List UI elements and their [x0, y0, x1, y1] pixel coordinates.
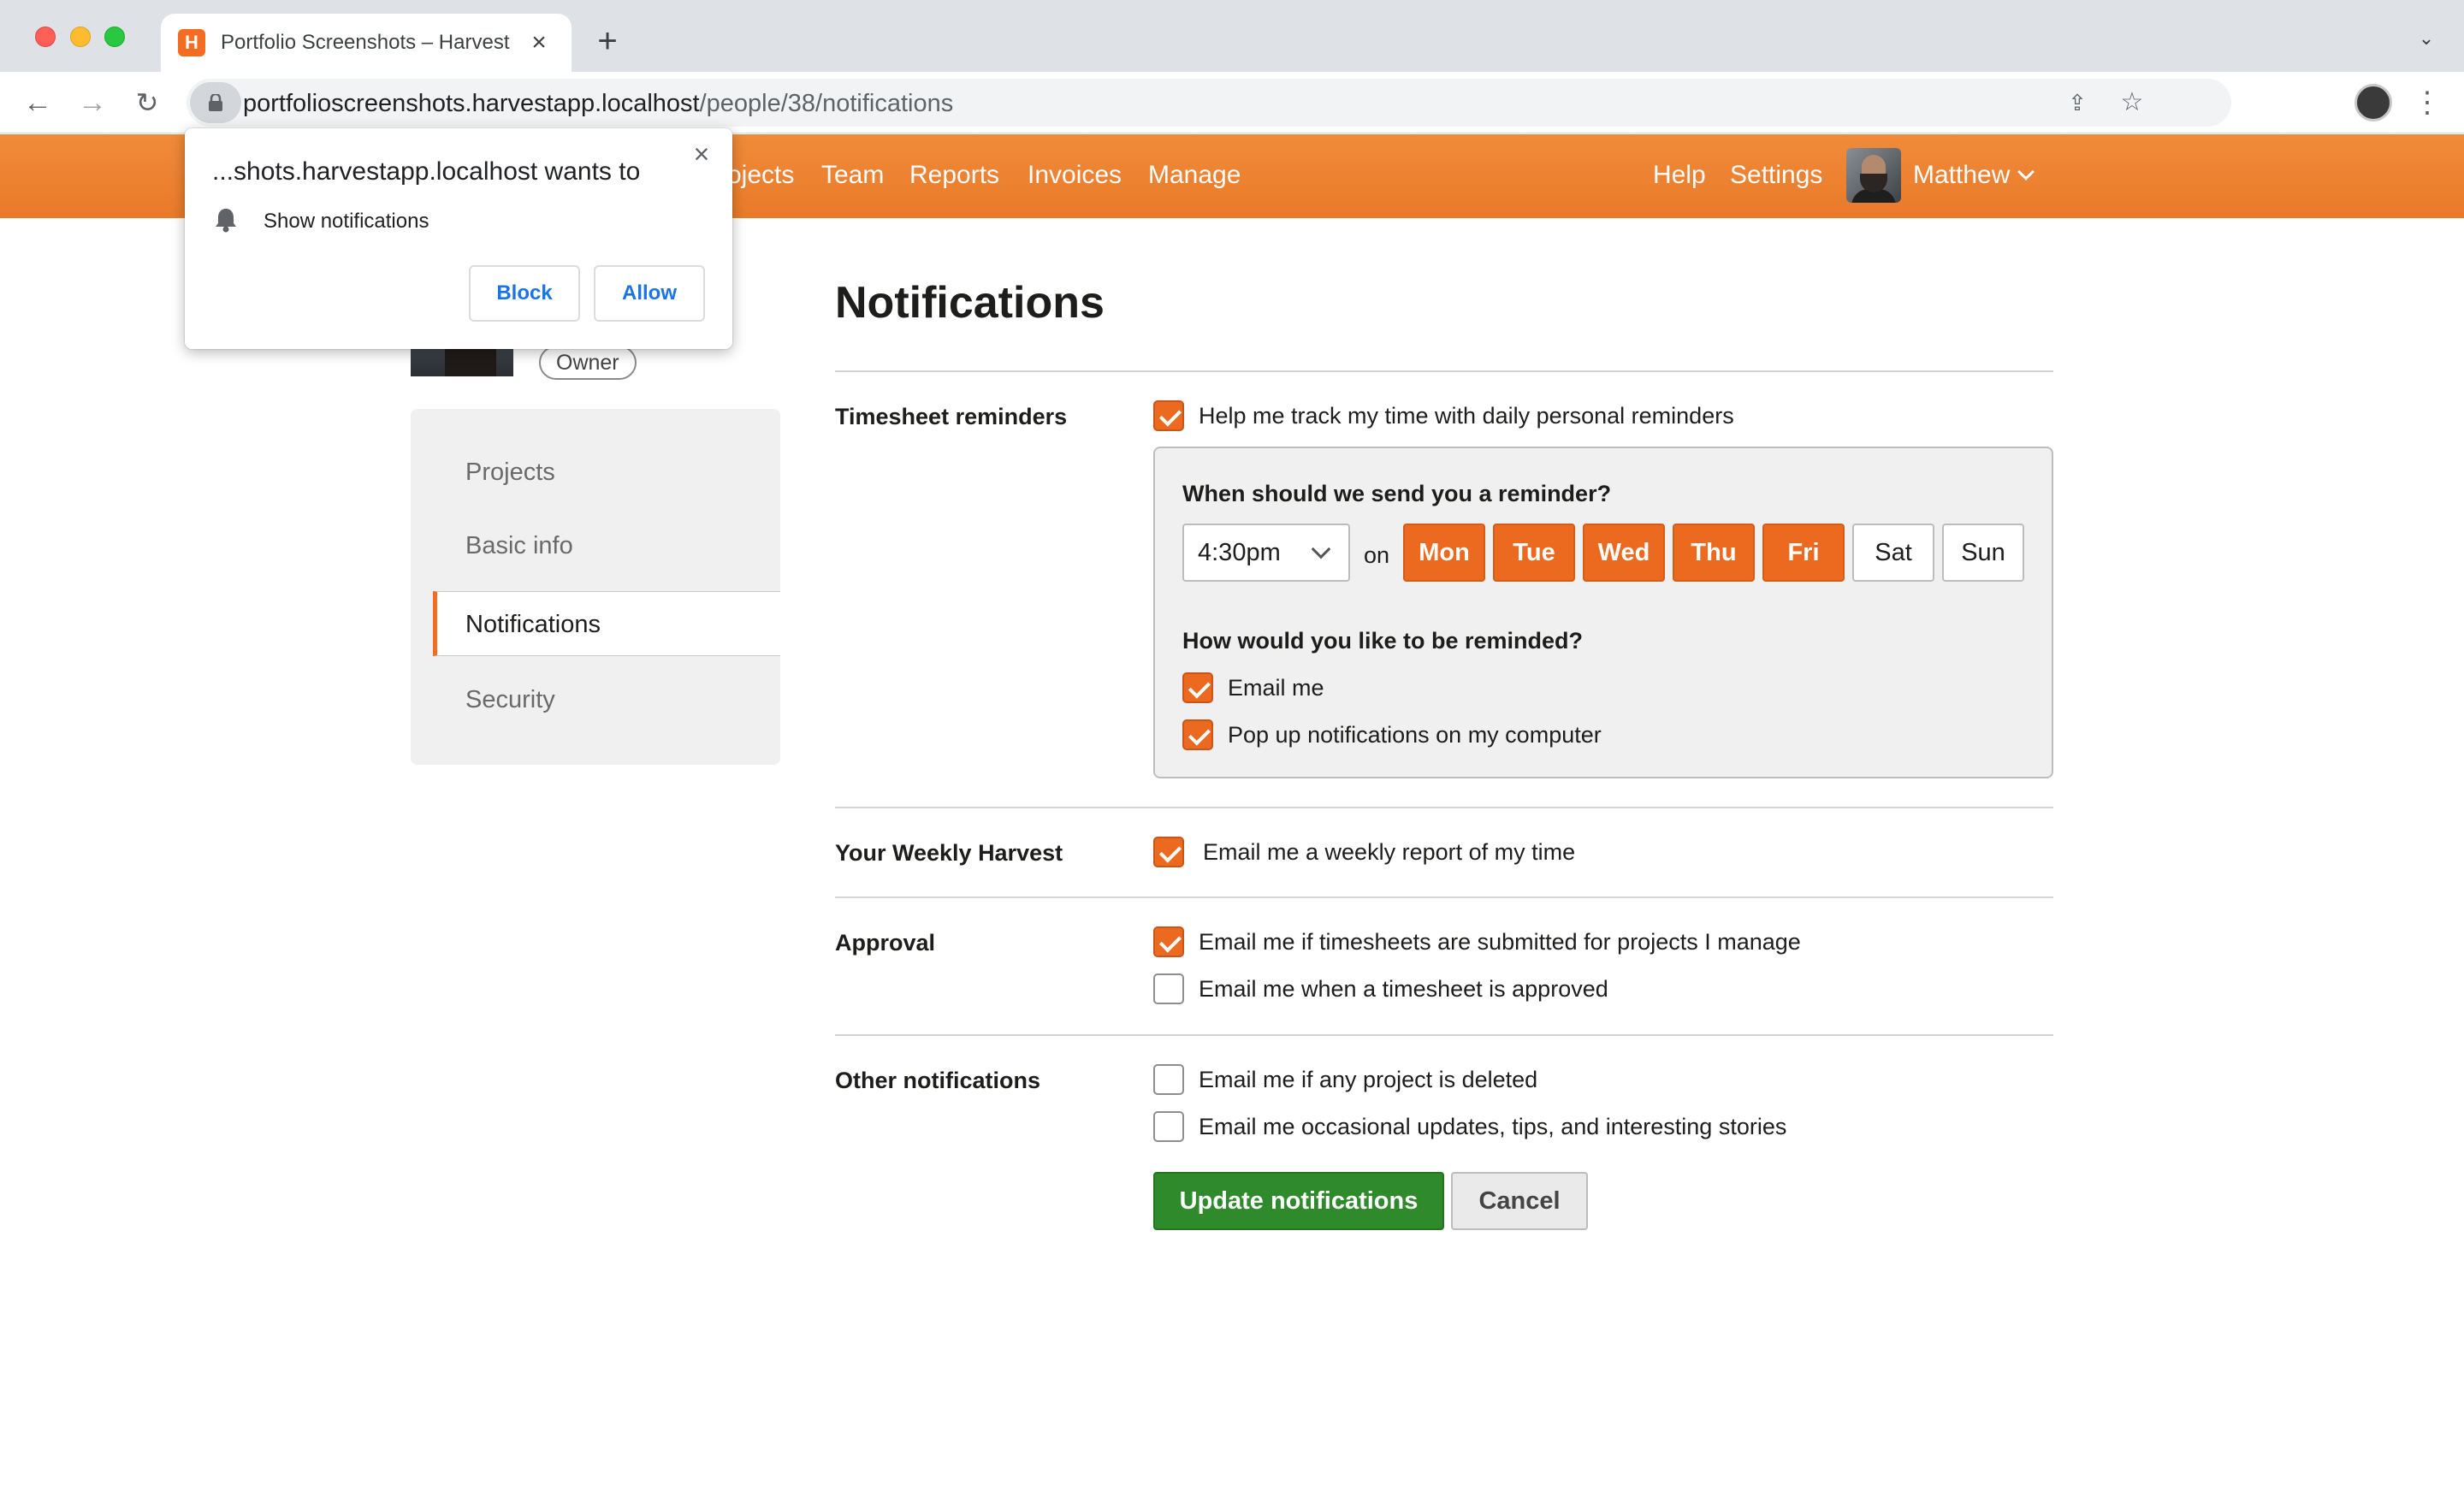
approval-approved-checkbox[interactable]: [1153, 973, 1184, 1004]
how-question: How would you like to be reminded?: [1182, 628, 1584, 654]
approval-submitted-checkbox[interactable]: [1153, 926, 1184, 957]
divider: [835, 1034, 2053, 1036]
bell-icon: [216, 209, 236, 233]
cancel-button[interactable]: Cancel: [1451, 1172, 1588, 1230]
back-button[interactable]: ←: [19, 84, 56, 121]
approval-submitted-label: Email me if timesheets are submitted for…: [1199, 929, 1801, 955]
project-deleted-checkbox[interactable]: [1153, 1064, 1184, 1095]
remind-email-option[interactable]: Email me: [1182, 672, 1324, 703]
tab-search-chevron-icon[interactable]: ⌄: [2414, 27, 2438, 51]
divider: [835, 370, 2053, 372]
reminders-enable-checkbox[interactable]: [1153, 400, 1184, 431]
day-toggle-thu[interactable]: Thu: [1673, 524, 1755, 582]
chevron-down-icon: [1311, 539, 1331, 559]
reload-button[interactable]: ↻: [128, 84, 166, 121]
day-toggle-tue[interactable]: Tue: [1493, 524, 1575, 582]
share-icon[interactable]: ⇪: [2060, 86, 2094, 120]
remind-popup-checkbox[interactable]: [1182, 719, 1213, 750]
user-menu-button[interactable]: Matthew: [1913, 160, 2035, 191]
remind-email-checkbox[interactable]: [1182, 672, 1213, 703]
section-label-weekly-harvest: Your Weekly Harvest: [835, 840, 1063, 866]
reminder-settings-panel: When should we send you a reminder? 4:30…: [1153, 447, 2053, 778]
divider: [835, 807, 2053, 808]
browser-menu-icon[interactable]: ⋮: [2413, 84, 2442, 121]
sidenav-item-projects[interactable]: Projects: [433, 440, 780, 505]
remind-popup-label: Pop up notifications on my computer: [1228, 722, 1602, 748]
minimize-window-button[interactable]: [70, 27, 91, 47]
tab-title: Portfolio Screenshots – Harvest: [221, 31, 510, 54]
reminder-time-select[interactable]: 4:30pm: [1182, 524, 1350, 582]
day-toggle-sat[interactable]: Sat: [1852, 524, 1934, 582]
owner-badge: Owner: [539, 346, 637, 380]
updates-option[interactable]: Email me occasional updates, tips, and i…: [1153, 1111, 1786, 1142]
chevron-down-icon: [2017, 163, 2035, 180]
reminders-enable-option[interactable]: Help me track my time with daily persona…: [1153, 400, 1734, 431]
nav-settings-link[interactable]: Settings: [1730, 160, 1822, 191]
browser-profile-avatar[interactable]: [2354, 84, 2392, 121]
approval-approved-label: Email me when a timesheet is approved: [1199, 976, 1608, 1002]
section-label-timesheet-reminders: Timesheet reminders: [835, 404, 1068, 429]
nav-manage-link[interactable]: Manage: [1148, 160, 1241, 191]
on-label: on: [1364, 542, 1390, 568]
section-label-approval: Approval: [835, 930, 936, 956]
close-icon[interactable]: ×: [686, 139, 717, 169]
remind-popup-option[interactable]: Pop up notifications on my computer: [1182, 719, 1602, 750]
close-window-button[interactable]: [35, 27, 56, 47]
update-notifications-button[interactable]: Update notifications: [1153, 1172, 1444, 1230]
project-deleted-option[interactable]: Email me if any project is deleted: [1153, 1064, 1537, 1095]
updates-label: Email me occasional updates, tips, and i…: [1199, 1114, 1787, 1139]
approval-submitted-option[interactable]: Email me if timesheets are submitted for…: [1153, 926, 1801, 957]
section-label-other-notifications: Other notifications: [835, 1068, 1041, 1093]
sidenav-item-notifications[interactable]: Notifications: [433, 591, 780, 656]
harvest-favicon-icon: H: [178, 29, 205, 56]
permission-popup-title: ...shots.harvestapp.localhost wants to: [212, 157, 641, 186]
new-tab-button[interactable]: +: [590, 24, 625, 58]
allow-button[interactable]: Allow: [594, 265, 705, 322]
user-name: Matthew: [1913, 161, 2011, 189]
sidenav-item-basic-info[interactable]: Basic info: [433, 513, 780, 578]
url-host: portfolioscreenshots.harvestapp.localhos…: [243, 90, 700, 117]
maximize-window-button[interactable]: [104, 27, 125, 47]
address-bar[interactable]: portfolioscreenshots.harvestapp.localhos…: [187, 79, 2231, 127]
browser-toolbar: ← → ↻ portfolioscreenshots.harvestapp.lo…: [0, 72, 2464, 133]
weekly-report-label: Email me a weekly report of my time: [1203, 839, 1576, 865]
notification-permission-popup: ...shots.harvestapp.localhost wants to ×…: [185, 128, 732, 349]
bookmark-star-icon[interactable]: ☆: [2115, 86, 2149, 120]
block-button[interactable]: Block: [469, 265, 580, 322]
day-toggle-mon[interactable]: Mon: [1403, 524, 1485, 582]
day-toggle-sun[interactable]: Sun: [1942, 524, 2024, 582]
reminder-time-value: 4:30pm: [1198, 539, 1281, 566]
when-question: When should we send you a reminder?: [1182, 481, 1612, 506]
settings-sidenav: Projects Basic info Notifications Securi…: [411, 409, 780, 765]
url-path: /people/38/notifications: [699, 90, 954, 117]
site-info-button[interactable]: [190, 82, 241, 123]
remind-email-label: Email me: [1228, 675, 1324, 701]
permission-item-text: Show notifications: [264, 210, 429, 233]
project-deleted-label: Email me if any project is deleted: [1199, 1067, 1538, 1092]
day-toggle-fri[interactable]: Fri: [1762, 524, 1845, 582]
approval-approved-option[interactable]: Email me when a timesheet is approved: [1153, 973, 1608, 1004]
nav-reports-link[interactable]: Reports: [909, 160, 999, 191]
lock-icon: [209, 94, 222, 111]
nav-team-link[interactable]: Team: [821, 160, 884, 191]
close-tab-icon[interactable]: ×: [525, 29, 553, 56]
forward-button[interactable]: →: [74, 84, 111, 121]
browser-tab-bar: H Portfolio Screenshots – Harvest × + ⌄: [0, 0, 2464, 72]
weekly-report-checkbox[interactable]: [1153, 837, 1184, 867]
sidenav-item-security[interactable]: Security: [433, 667, 780, 732]
day-toggle-wed[interactable]: Wed: [1583, 524, 1665, 582]
url-text: portfolioscreenshots.harvestapp.localhos…: [243, 89, 953, 118]
nav-help-link[interactable]: Help: [1653, 160, 1706, 191]
user-avatar[interactable]: [1846, 148, 1901, 203]
updates-checkbox[interactable]: [1153, 1111, 1184, 1142]
divider: [835, 896, 2053, 898]
nav-invoices-link[interactable]: Invoices: [1028, 160, 1122, 191]
weekly-report-option[interactable]: Email me a weekly report of my time: [1153, 837, 1575, 867]
reminders-enable-label: Help me track my time with daily persona…: [1199, 403, 1734, 429]
browser-tab[interactable]: H Portfolio Screenshots – Harvest ×: [161, 14, 572, 72]
page-title: Notifications: [835, 278, 1105, 328]
